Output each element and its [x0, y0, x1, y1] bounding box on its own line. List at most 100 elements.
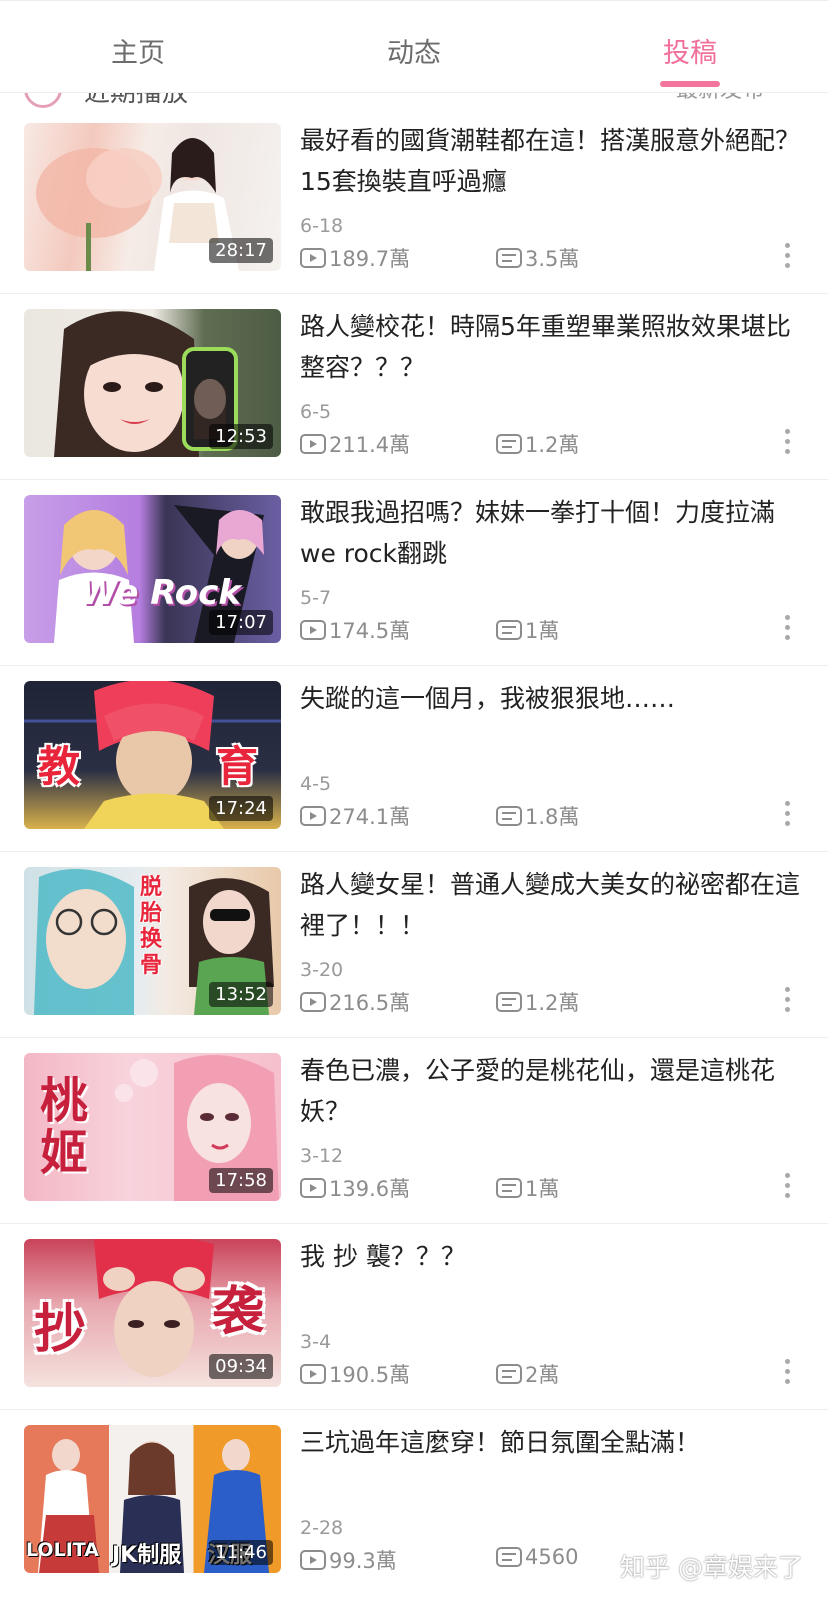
- video-duration: 09:34: [209, 1354, 273, 1379]
- video-thumbnail[interactable]: 脱胎换骨 13:52: [24, 867, 281, 1015]
- view-count-value: 174.5萬: [329, 619, 411, 643]
- video-thumbnail[interactable]: 28:17: [24, 123, 281, 271]
- danmaku-icon: [496, 434, 522, 454]
- play-count-icon: [300, 248, 326, 268]
- view-count-value: 216.5萬: [329, 991, 411, 1015]
- danmaku-icon: [496, 1364, 522, 1384]
- video-title[interactable]: 失蹤的這一個月，我被狠狠地……: [300, 678, 810, 719]
- danmaku-count-value: 1.2萬: [525, 991, 580, 1015]
- view-count-value: 189.7萬: [329, 247, 411, 271]
- video-date: 3-20: [300, 959, 344, 981]
- video-date: 5-7: [300, 587, 332, 609]
- danmaku-icon: [496, 992, 522, 1012]
- tab-submissions[interactable]: 投稿: [610, 31, 770, 70]
- tab-activity[interactable]: 动态: [334, 31, 494, 70]
- more-options-icon[interactable]: [783, 243, 791, 273]
- thumbnail-caption: We Rock: [80, 573, 241, 613]
- video-date: 4-5: [300, 773, 332, 795]
- video-title[interactable]: 路人變女星！普通人變成大美女的祕密都在這裡了！！！: [300, 864, 810, 946]
- video-thumbnail[interactable]: 抄 袭 09:34: [24, 1239, 281, 1387]
- video-date: 6-18: [300, 215, 344, 237]
- danmaku-count-value: 1.2萬: [525, 433, 580, 457]
- view-count-value: 190.5萬: [329, 1363, 411, 1387]
- video-duration: 17:24: [209, 796, 273, 821]
- thumbnail-caption-right: 袭: [212, 1282, 265, 1342]
- play-count-icon: [300, 806, 326, 826]
- danmaku-icon: [496, 806, 522, 826]
- thumbnail-caption-left: 抄: [34, 1300, 87, 1360]
- video-list-item[interactable]: 28:17 最好看的國貨潮鞋都在這！搭漢服意外絕配？15套換裝直呼過癮 6-18…: [0, 108, 828, 294]
- more-options-icon[interactable]: [783, 987, 791, 1017]
- more-options-icon[interactable]: [783, 1173, 791, 1203]
- thumbnail-label-jk: JK制服: [112, 1543, 182, 1568]
- thumbnail-caption-left: 教: [38, 742, 81, 791]
- danmaku-count-value: 3.5萬: [525, 247, 580, 271]
- play-count-icon: [300, 434, 326, 454]
- video-title[interactable]: 路人變校花！時隔5年重塑畢業照妝效果堪比整容？？？: [300, 306, 810, 388]
- video-thumbnail[interactable]: LOLITA JK制服 汉服 11:46: [24, 1425, 281, 1573]
- danmaku-count-value: 1萬: [525, 619, 560, 643]
- video-thumbnail[interactable]: We Rock 17:07: [24, 495, 281, 643]
- view-count: 274.1萬: [300, 801, 410, 831]
- more-options-icon[interactable]: [783, 801, 791, 831]
- danmaku-count-value: 2萬: [525, 1363, 560, 1387]
- danmaku-count: 2萬: [496, 1359, 559, 1389]
- video-date: 3-4: [300, 1331, 332, 1353]
- video-list-item[interactable]: 12:53 路人變校花！時隔5年重塑畢業照妝效果堪比整容？？？ 6-5 211.…: [0, 294, 828, 480]
- view-count: 174.5萬: [300, 615, 410, 645]
- more-options-icon[interactable]: [783, 429, 791, 459]
- video-list-item[interactable]: 抄 袭 09:34 我 抄 襲？？？ 3-4 190.5萬 2萬: [0, 1224, 828, 1410]
- video-duration: 17:58: [209, 1168, 273, 1193]
- video-title[interactable]: 敢跟我過招嗎？妹妹一拳打十個！力度拉滿we rock翻跳: [300, 492, 810, 574]
- video-list-item[interactable]: 脱胎换骨 13:52 路人變女星！普通人變成大美女的祕密都在這裡了！！！ 3-2…: [0, 852, 828, 1038]
- video-duration: 28:17: [209, 238, 273, 263]
- view-count: 139.6萬: [300, 1173, 410, 1203]
- tab-home[interactable]: 主页: [58, 31, 218, 70]
- video-thumbnail[interactable]: 12:53: [24, 309, 281, 457]
- danmaku-count-value: 1萬: [525, 1177, 560, 1201]
- view-count: 99.3萬: [300, 1545, 397, 1575]
- danmaku-icon: [496, 1547, 522, 1567]
- play-count-icon: [300, 992, 326, 1012]
- more-options-icon[interactable]: [783, 1359, 791, 1389]
- watermark: 知乎 @章娱来了: [620, 1553, 803, 1582]
- danmaku-count: 3.5萬: [496, 243, 579, 273]
- video-date: 3-12: [300, 1145, 344, 1167]
- video-thumbnail[interactable]: 教 育 17:24: [24, 681, 281, 829]
- play-count-icon: [300, 1178, 326, 1198]
- video-thumbnail[interactable]: 桃姬 17:58: [24, 1053, 281, 1201]
- danmaku-count: 4560: [496, 1545, 578, 1569]
- video-duration: 12:53: [209, 424, 273, 449]
- danmaku-count-value: 1.8萬: [525, 805, 580, 829]
- video-date: 6-5: [300, 401, 332, 423]
- danmaku-count: 1.2萬: [496, 429, 579, 459]
- danmaku-icon: [496, 620, 522, 640]
- danmaku-icon: [496, 1178, 522, 1198]
- view-count: 189.7萬: [300, 243, 410, 273]
- video-title[interactable]: 春色已濃，公子愛的是桃花仙，還是這桃花妖？: [300, 1050, 810, 1132]
- thumbnail-caption-right: 育: [216, 742, 259, 791]
- thumbnail-label-lolita: LOLITA: [26, 1539, 99, 1561]
- thumbnail-caption: 脱胎换骨: [140, 875, 163, 978]
- view-count-value: 274.1萬: [329, 805, 411, 829]
- active-tab-indicator: [660, 81, 720, 87]
- video-duration: 13:52: [209, 982, 273, 1007]
- thumbnail-caption: 桃姬: [40, 1073, 89, 1181]
- more-options-icon[interactable]: [783, 615, 791, 645]
- danmaku-count-value: 4560: [525, 1545, 579, 1569]
- danmaku-count: 1萬: [496, 1173, 559, 1203]
- video-list-item[interactable]: 教 育 17:24 失蹤的這一個月，我被狠狠地…… 4-5 274.1萬 1.8…: [0, 666, 828, 852]
- view-count: 216.5萬: [300, 987, 410, 1017]
- view-count-value: 99.3萬: [329, 1549, 397, 1573]
- video-list-item[interactable]: We Rock 17:07 敢跟我過招嗎？妹妹一拳打十個！力度拉滿we rock…: [0, 480, 828, 666]
- view-count: 190.5萬: [300, 1359, 410, 1389]
- play-count-icon: [300, 1550, 326, 1570]
- video-title[interactable]: 最好看的國貨潮鞋都在這！搭漢服意外絕配？15套換裝直呼過癮: [300, 120, 810, 202]
- view-count-value: 139.6萬: [329, 1177, 411, 1201]
- video-title[interactable]: 我 抄 襲？？？: [300, 1236, 810, 1277]
- video-title[interactable]: 三坑過年這麼穿！節日氛圍全點滿！: [300, 1422, 810, 1463]
- video-list-item[interactable]: 桃姬 17:58 春色已濃，公子愛的是桃花仙，還是這桃花妖？ 3-12 139.…: [0, 1038, 828, 1224]
- danmaku-count: 1.2萬: [496, 987, 579, 1017]
- danmaku-icon: [496, 248, 522, 268]
- danmaku-count: 1.8萬: [496, 801, 579, 831]
